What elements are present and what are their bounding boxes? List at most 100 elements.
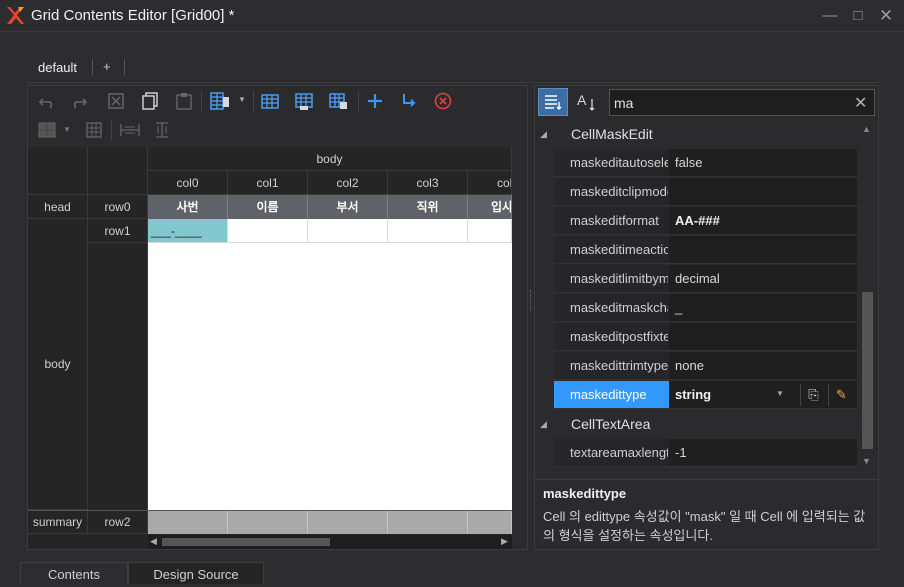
summary-cell[interactable] (228, 511, 308, 534)
prop-name[interactable]: maskedittype (570, 381, 668, 409)
head-cell[interactable]: 사번 (148, 195, 228, 219)
scroll-up-icon[interactable]: ▲ (862, 124, 871, 134)
dropdown-icon[interactable]: ▼ (776, 389, 784, 398)
minimize-icon[interactable]: — (820, 6, 840, 26)
tab-design-source[interactable]: Design Source (128, 562, 264, 584)
prop-value[interactable] (669, 236, 857, 264)
corner-cell (28, 147, 88, 195)
corner-cell (88, 147, 148, 195)
add-row-icon[interactable] (294, 91, 314, 111)
toolbar-separator (201, 91, 202, 111)
summary-cell[interactable] (388, 511, 468, 534)
prop-value[interactable] (669, 323, 857, 351)
head-cell[interactable]: 입사 (468, 195, 512, 219)
category-label: CellTextArea (571, 416, 651, 432)
split-vertical-icon[interactable] (153, 121, 171, 139)
add-tab-button[interactable]: + (103, 59, 111, 74)
summary-cell[interactable] (308, 511, 388, 534)
paste-icon[interactable] (174, 91, 194, 111)
summary-cell[interactable] (468, 511, 512, 534)
window-title: Grid Contents Editor [Grid00] * (31, 7, 235, 24)
prop-value[interactable]: decimal (669, 265, 857, 293)
col-header[interactable]: col3 (388, 171, 468, 195)
body-cell-selected[interactable]: ___-____ (148, 219, 228, 243)
prop-value[interactable]: none (669, 352, 857, 380)
property-search-input[interactable] (609, 89, 875, 116)
split-horizontal-icon[interactable] (119, 121, 141, 139)
prop-value[interactable]: -1 (669, 439, 857, 467)
band-label-summary: summary (28, 511, 88, 534)
prop-name[interactable]: maskeditclipmode (570, 178, 668, 206)
head-cell[interactable]: 이름 (228, 195, 308, 219)
insert-child-icon[interactable] (399, 91, 419, 111)
categorized-icon (545, 95, 562, 110)
col-header[interactable]: col4 (468, 171, 512, 195)
body-cell[interactable] (388, 219, 468, 243)
prop-name[interactable]: textareamaxlength (570, 439, 668, 467)
format-icon[interactable] (209, 91, 233, 111)
scroll-down-icon[interactable]: ▼ (862, 456, 871, 466)
col-header[interactable]: col2 (308, 171, 388, 195)
category-cellmaskedit[interactable]: ◢ CellMaskEdit (535, 120, 860, 148)
grid-icon[interactable] (85, 121, 103, 139)
collapse-icon[interactable]: ◢ (540, 120, 547, 148)
head-cell[interactable]: 직위 (388, 195, 468, 219)
tab-contents[interactable]: Contents (20, 562, 128, 584)
prop-name[interactable]: maskeditautoselect (570, 149, 668, 177)
body-cell[interactable] (228, 219, 308, 243)
doc-tab-default[interactable]: default (38, 60, 77, 75)
add-icon[interactable] (365, 91, 385, 111)
copy-icon[interactable] (140, 91, 160, 111)
collapse-icon[interactable]: ◢ (540, 410, 547, 438)
maximize-icon[interactable]: □ (848, 6, 868, 26)
col-header[interactable]: col0 (148, 171, 228, 195)
prop-value[interactable] (669, 178, 857, 206)
edit-expression-icon[interactable]: ✎ (828, 384, 854, 406)
scroll-right-icon[interactable]: ▶ (501, 536, 508, 547)
grid-right-gutter (512, 147, 527, 549)
close-icon[interactable]: ✕ (876, 6, 896, 26)
row-label[interactable]: row0 (88, 195, 148, 219)
clear-search-icon[interactable]: ✕ (854, 93, 867, 113)
body-cell[interactable] (308, 219, 388, 243)
tab-strip-line (27, 82, 879, 83)
doc-tab-underline (31, 78, 87, 80)
prop-name[interactable]: maskedittrimtype (570, 352, 668, 380)
category-celltextarea[interactable]: ◢ CellTextArea (535, 410, 860, 438)
body-cell[interactable] (468, 219, 512, 243)
vscroll-thumb[interactable] (862, 292, 873, 449)
cut-icon[interactable] (106, 91, 126, 111)
row-label[interactable]: row1 (88, 219, 148, 243)
band-label-head: head (28, 195, 88, 219)
sort-alpha-icon[interactable]: A (576, 91, 600, 113)
toolbar-separator (358, 91, 359, 111)
merge-dropdown-icon[interactable]: ▼ (63, 125, 71, 134)
delete-icon[interactable] (433, 91, 453, 111)
prop-value[interactable]: AA-### (669, 207, 857, 235)
prop-name[interactable]: maskeditlimitbymask (570, 265, 668, 293)
format-dropdown-icon[interactable]: ▼ (238, 95, 246, 104)
prop-value[interactable]: false (669, 149, 857, 177)
panel-splitter[interactable] (530, 290, 532, 310)
band-label-body: body (28, 219, 88, 510)
link-edit-icon[interactable]: ⎘ (800, 384, 826, 406)
scroll-left-icon[interactable]: ◀ (150, 536, 157, 547)
prop-name[interactable]: maskeditformat (570, 207, 668, 235)
summary-cell[interactable] (148, 511, 228, 534)
undo-icon[interactable] (38, 93, 56, 111)
head-cell[interactable]: 부서 (308, 195, 388, 219)
row-label[interactable]: row2 (88, 511, 148, 534)
prop-value[interactable]: _ (669, 294, 857, 322)
toolbar-separator (253, 91, 254, 111)
col-header[interactable]: col1 (228, 171, 308, 195)
prop-name[interactable]: maskeditmaskchar (570, 294, 668, 322)
scroll-thumb[interactable] (162, 538, 330, 546)
insert-row-icon[interactable] (328, 91, 348, 111)
prop-name[interactable]: maskeditpostfixtext (570, 323, 668, 351)
prop-name[interactable]: maskeditimeaction (570, 236, 668, 264)
redo-icon[interactable] (70, 93, 88, 111)
category-label: CellMaskEdit (571, 126, 653, 142)
grid-body-area[interactable] (148, 243, 512, 510)
merge-icon[interactable] (37, 121, 57, 139)
add-column-icon[interactable] (260, 91, 280, 111)
